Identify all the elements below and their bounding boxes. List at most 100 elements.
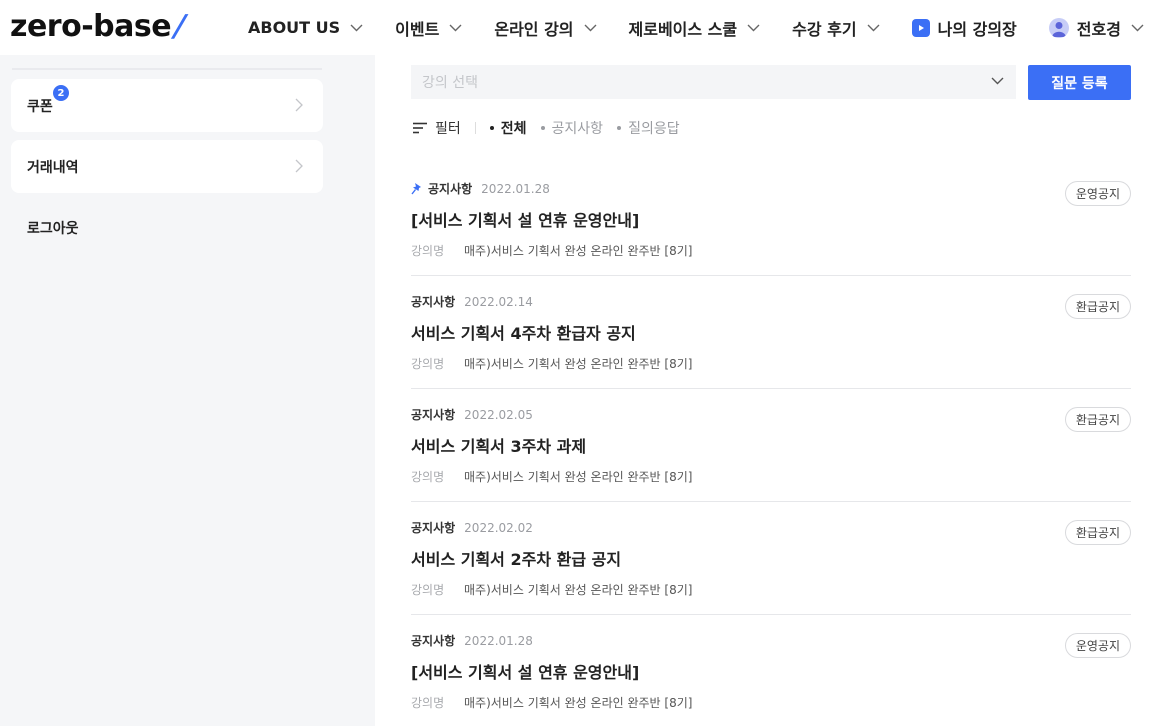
sidebar-item-label: 거래내역 <box>27 159 79 176</box>
logo-slash: / <box>169 9 190 44</box>
nav-online-courses[interactable]: 온라인 강의 <box>494 16 597 40</box>
nav-reviews-label: 수강 후기 <box>792 19 857 39</box>
post-course: 강의명 매주)서비스 기획서 완성 온라인 완주반 [8기] <box>411 468 692 485</box>
post-course: 강의명 매주)서비스 기획서 완성 온라인 완주반 [8기] <box>411 581 692 598</box>
course-label: 강의명 <box>411 583 445 597</box>
post-title: 서비스 기획서 4주차 환급자 공지 <box>411 324 636 343</box>
post-title: 서비스 기획서 2주차 환급 공지 <box>411 550 622 569</box>
filter-icon <box>413 122 427 134</box>
post-meta: 공지사항 2022.02.02 <box>411 519 533 536</box>
post-course: 강의명 매주)서비스 기획서 완성 온라인 완주반 [8기] <box>411 355 692 372</box>
post-tag: 환급공지 <box>1064 294 1131 319</box>
nav-my-classroom-label: 나의 강의장 <box>937 19 1017 39</box>
post-title: 서비스 기획서 3주차 과제 <box>411 437 587 456</box>
chevron-down-icon <box>1131 24 1144 31</box>
post-meta: 공지사항 2022.01.28 <box>411 632 533 649</box>
post-tag: 환급공지 <box>1064 407 1131 432</box>
sidebar-divider <box>12 68 322 70</box>
filter-button[interactable]: 필터 <box>413 118 461 138</box>
post-tag: 운영공지 <box>1064 633 1131 658</box>
post-item[interactable]: 공지사항 2022.02.02 서비스 기획서 2주차 환급 공지 강의명 매주… <box>411 502 1131 615</box>
chevron-down-icon <box>449 24 462 31</box>
chevron-down-icon <box>350 24 363 31</box>
nav-reviews[interactable]: 수강 후기 <box>792 16 880 40</box>
post-category: 공지사항 <box>428 182 473 196</box>
course-label: 강의명 <box>411 244 445 258</box>
post-item[interactable]: 공지사항 2022.01.28 [서비스 기획서 설 연휴 운영안내] 강의명 … <box>411 163 1131 276</box>
sidebar-item-label: 쿠폰 <box>27 98 53 115</box>
post-category: 공지사항 <box>411 521 456 535</box>
post-item[interactable]: 공지사항 2022.01.28 [서비스 기획서 설 연휴 운영안내] 강의명 … <box>411 615 1131 726</box>
play-icon <box>911 18 930 37</box>
course-select-placeholder: 강의 선택 <box>422 75 478 91</box>
user-menu[interactable]: 전호경 <box>1048 16 1144 40</box>
post-category: 공지사항 <box>411 634 456 648</box>
chevron-right-icon <box>295 159 303 173</box>
course-label: 강의명 <box>411 470 445 484</box>
nav-events[interactable]: 이벤트 <box>395 16 462 40</box>
logout-link[interactable]: 로그아웃 <box>27 218 79 238</box>
chevron-down-icon <box>584 24 597 31</box>
main-nav: ABOUT US 이벤트 온라인 강의 제로베이스 스쿨 수강 후기 나의 강의… <box>248 0 1144 55</box>
post-tag: 운영공지 <box>1064 181 1131 206</box>
post-title: [서비스 기획서 설 연휴 운영안내] <box>411 663 640 682</box>
nav-about-us[interactable]: ABOUT US <box>248 18 363 37</box>
chevron-down-icon <box>747 24 760 31</box>
filter-bar: 필터 전체 공지사항 질의응답 <box>413 117 694 139</box>
post-item[interactable]: 공지사항 2022.02.05 서비스 기획서 3주차 과제 강의명 매주)서비… <box>411 389 1131 502</box>
post-date: 2022.01.28 <box>481 181 550 196</box>
bullet-icon <box>540 126 545 130</box>
course-name: 매주)서비스 기획서 완성 온라인 완주반 [8기] <box>464 583 693 597</box>
tab-all-label: 전체 <box>500 121 527 137</box>
tab-qna-label: 질의응답 <box>628 121 680 137</box>
chevron-down-icon <box>991 77 1004 85</box>
course-name: 매주)서비스 기획서 완성 온라인 완주반 [8기] <box>464 244 693 258</box>
sidebar-item-coupon[interactable]: 쿠폰 2 <box>11 79 323 132</box>
tab-notices-label: 공지사항 <box>551 121 604 137</box>
nav-about-us-label: ABOUT US <box>248 18 341 37</box>
post-meta: 공지사항 2022.02.05 <box>411 406 533 423</box>
post-course: 강의명 매주)서비스 기획서 완성 온라인 완주반 [8기] <box>411 694 692 711</box>
course-name: 매주)서비스 기획서 완성 온라인 완주반 [8기] <box>464 696 693 710</box>
nav-online-courses-label: 온라인 강의 <box>494 19 574 39</box>
post-meta: 공지사항 2022.02.14 <box>411 293 533 310</box>
filter-label: 필터 <box>435 121 461 137</box>
user-name: 전호경 <box>1076 19 1121 39</box>
tab-qna[interactable]: 질의응답 <box>617 118 680 138</box>
post-category: 공지사항 <box>411 295 456 309</box>
nav-my-classroom[interactable]: 나의 강의장 <box>911 16 1017 40</box>
filter-divider <box>474 122 476 134</box>
post-course: 강의명 매주)서비스 기획서 완성 온라인 완주반 [8기] <box>411 242 692 259</box>
tab-notices[interactable]: 공지사항 <box>540 118 604 138</box>
coupon-count-badge: 2 <box>53 85 69 101</box>
post-date: 2022.02.05 <box>464 407 533 422</box>
post-item[interactable]: 공지사항 2022.02.14 서비스 기획서 4주차 환급자 공지 강의명 매… <box>411 276 1131 389</box>
tab-all[interactable]: 전체 <box>489 118 527 138</box>
post-date: 2022.01.28 <box>464 633 533 648</box>
chevron-down-icon <box>867 24 880 31</box>
post-date: 2022.02.02 <box>464 520 533 535</box>
bullet-icon <box>489 126 494 130</box>
post-list: 공지사항 2022.01.28 [서비스 기획서 설 연휴 운영안내] 강의명 … <box>411 163 1131 726</box>
course-name: 매주)서비스 기획서 완성 온라인 완주반 [8기] <box>464 357 693 371</box>
sidebar-item-transactions[interactable]: 거래내역 <box>11 140 323 193</box>
nav-zerobase-school[interactable]: 제로베이스 스쿨 <box>629 16 761 40</box>
post-date: 2022.02.14 <box>464 294 533 309</box>
logo-text: zero-base <box>10 9 172 44</box>
nav-zerobase-school-label: 제로베이스 스쿨 <box>628 19 738 39</box>
course-label: 강의명 <box>411 357 445 371</box>
submit-question-button[interactable]: 질문 등록 <box>1028 65 1131 100</box>
post-tag: 환급공지 <box>1064 520 1131 545</box>
bullet-icon <box>617 126 622 130</box>
logo[interactable]: zero-base/ <box>10 9 189 45</box>
post-title: [서비스 기획서 설 연휴 운영안내] <box>411 211 640 230</box>
chevron-right-icon <box>295 98 303 112</box>
pin-icon <box>411 182 421 194</box>
post-meta: 공지사항 2022.01.28 <box>411 180 550 197</box>
nav-events-label: 이벤트 <box>395 19 440 39</box>
course-label: 강의명 <box>411 696 445 710</box>
top-header: zero-base/ ABOUT US 이벤트 온라인 강의 제로베이스 스쿨 … <box>0 0 1168 55</box>
course-select[interactable]: 강의 선택 <box>411 65 1016 99</box>
post-category: 공지사항 <box>411 408 456 422</box>
avatar-icon <box>1048 17 1069 38</box>
